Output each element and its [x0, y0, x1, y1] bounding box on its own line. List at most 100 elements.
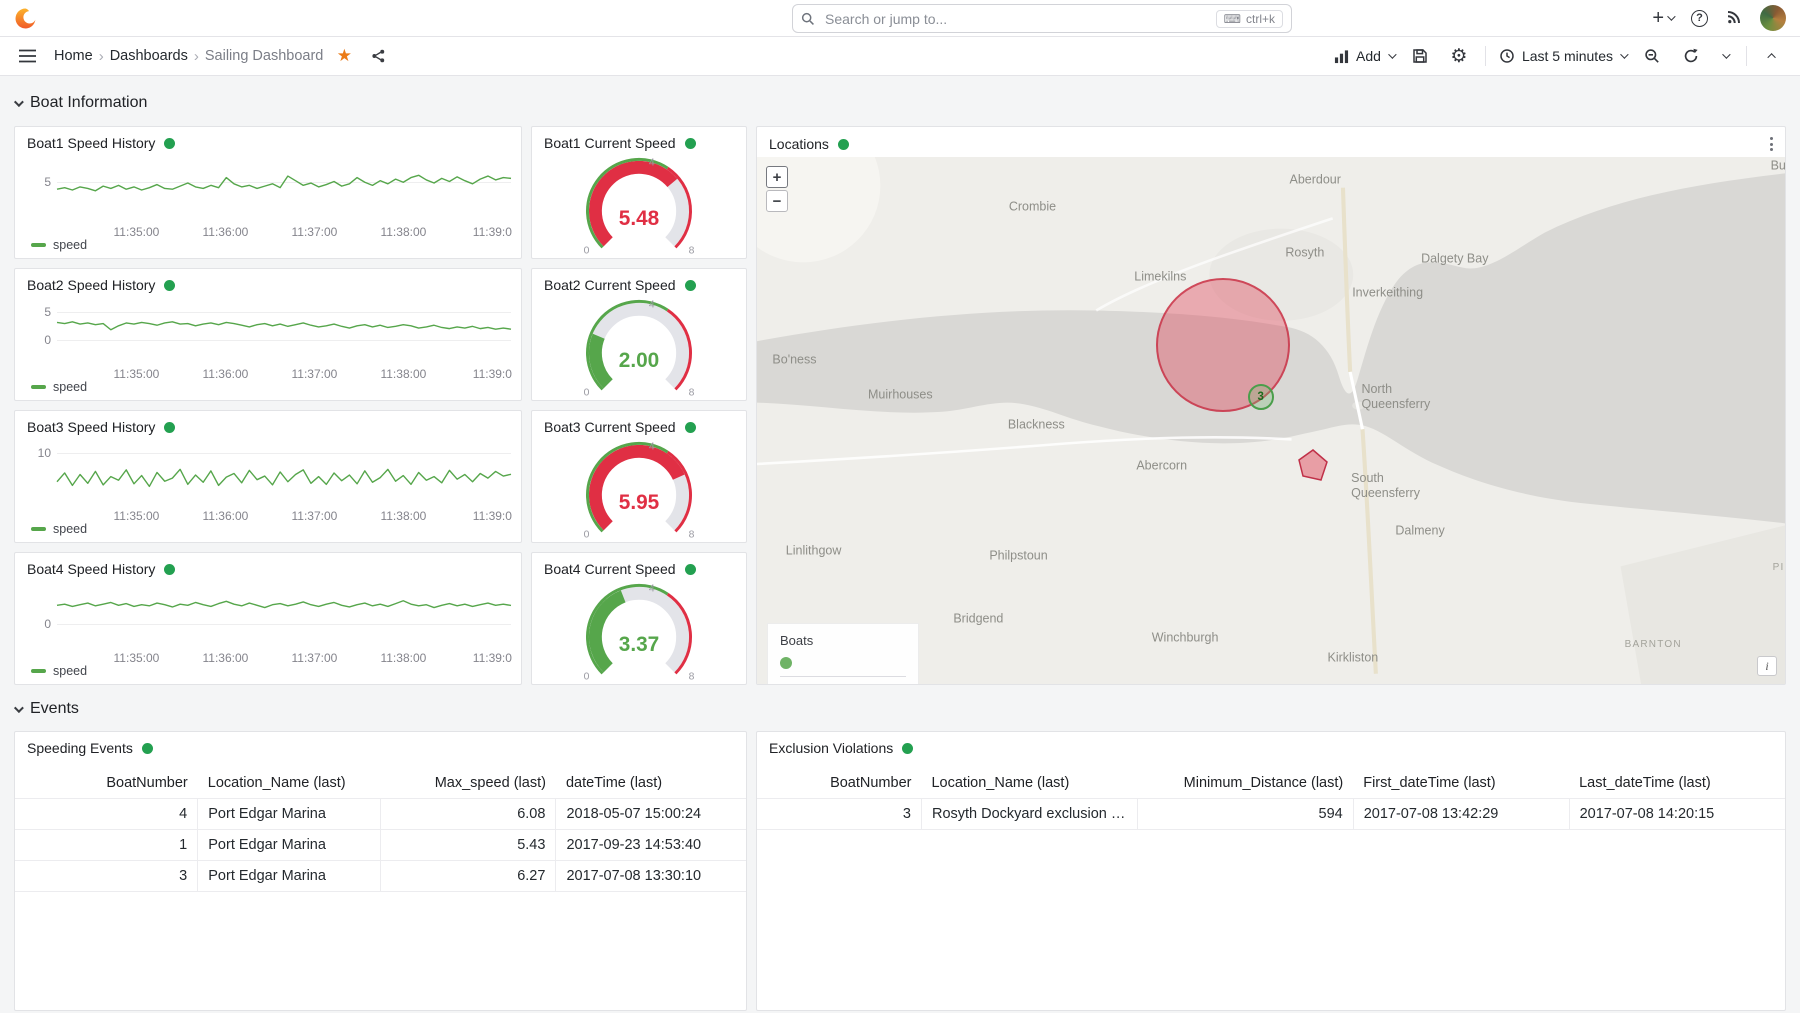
panel-boat3-current-speed: Boat3 Current Speed 0845.95 — [531, 410, 747, 543]
map-labels-layer: BurAberdourCrombieRosythDalgety BayLimek… — [757, 157, 1785, 684]
mega-menu-toggle-button[interactable] — [14, 42, 40, 70]
favorite-star-button[interactable]: ★ — [331, 42, 357, 70]
table-row: 3Rosyth Dockyard exclusion zo...5942017-… — [757, 799, 1785, 830]
gauge-chart: 0845.48 — [532, 155, 746, 255]
speed-history-chart[interactable]: 511:35:0011:36:0011:37:0011:38:0011:39:0 — [57, 159, 511, 221]
x-axis-label: 11:37:00 — [291, 225, 337, 239]
dashboard-canvas: Boat Information Boat1 Speed History 511… — [0, 76, 1800, 1013]
zoom-out-time-button[interactable] — [1639, 42, 1665, 70]
zoom-out-icon — [1644, 48, 1660, 64]
chevron-up-icon — [1767, 53, 1775, 61]
panel-title[interactable]: Boat3 Speed History — [27, 419, 155, 435]
map-place-label: Dalgety Bay — [1421, 252, 1488, 267]
panel-boat3-speed-history: Boat3 Speed History 1011:35:0011:36:0011… — [14, 410, 522, 543]
refresh-interval-dropdown[interactable] — [1717, 42, 1733, 70]
save-dashboard-button[interactable] — [1407, 42, 1433, 70]
add-new-button[interactable]: + — [1652, 8, 1673, 28]
panel-title[interactable]: Boat2 Current Speed — [544, 277, 676, 293]
table-cell: 2017-09-23 14:53:40 — [556, 830, 746, 861]
map-place-label: Dalmeny — [1395, 524, 1444, 539]
section-events[interactable]: Events — [14, 700, 79, 718]
chart-legend: speed — [31, 380, 87, 394]
x-axis-label: 11:35:00 — [114, 651, 160, 665]
panel-health-dot — [685, 564, 696, 575]
x-axis-label: 11:35:00 — [114, 225, 160, 239]
x-axis-label: 11:37:00 — [291, 509, 337, 523]
map-zoom-controls: + − — [766, 166, 788, 212]
section-title: Events — [30, 700, 79, 718]
y-axis-tick: 5 — [19, 175, 51, 189]
legend-label[interactable]: speed — [53, 522, 87, 536]
keyboard-icon: ⌨ — [1224, 12, 1241, 26]
share-dashboard-button[interactable] — [365, 42, 391, 70]
table-cell: Rosyth Dockyard exclusion zo... — [921, 799, 1137, 830]
panel-exclusion-violations: Exclusion Violations BoatNumberLocation_… — [756, 731, 1786, 1011]
legend-label[interactable]: speed — [53, 380, 87, 394]
y-axis-tick: 0 — [19, 617, 51, 631]
panel-title[interactable]: Boat2 Speed History — [27, 277, 155, 293]
column-header[interactable]: Location_Name (last) — [198, 768, 381, 799]
column-header[interactable]: BoatNumber — [757, 768, 921, 799]
speed-history-chart[interactable]: 011:35:0011:36:0011:37:0011:38:0011:39:0 — [57, 585, 511, 647]
panel-boat4-speed-history: Boat4 Speed History 011:35:0011:36:0011:… — [14, 552, 522, 685]
map-zoom-out-button[interactable]: − — [766, 190, 788, 212]
table-cell: 2017-07-08 13:30:10 — [556, 861, 746, 892]
map-place-label: Winchburgh — [1152, 631, 1219, 646]
add-panel-button[interactable]: Add — [1334, 48, 1394, 64]
search-icon — [801, 12, 815, 26]
dashboard-settings-button[interactable]: ⚙ — [1446, 42, 1472, 70]
section-boat-information[interactable]: Boat Information — [14, 94, 147, 112]
column-header[interactable]: Last_dateTime (last) — [1569, 768, 1785, 799]
map-viewport[interactable]: 3 BurAberdourCrombieRosythDalgety BayLim… — [757, 157, 1785, 684]
panel-title[interactable]: Speeding Events — [27, 740, 133, 756]
column-header[interactable]: Location_Name (last) — [921, 768, 1137, 799]
chart-legend: speed — [31, 664, 87, 678]
breadcrumb-home[interactable]: Home — [54, 48, 93, 64]
breadcrumb-dashboards[interactable]: Dashboards — [110, 48, 188, 64]
svg-text:5.48: 5.48 — [619, 207, 659, 230]
legend-label[interactable]: speed — [53, 238, 87, 252]
search-input[interactable] — [823, 10, 1208, 28]
user-avatar[interactable] — [1760, 5, 1786, 31]
column-header[interactable]: Max_speed (last) — [381, 768, 556, 799]
map-place-label: Crombie — [1009, 199, 1056, 214]
panel-title[interactable]: Locations — [769, 136, 829, 152]
column-header[interactable]: First_dateTime (last) — [1353, 768, 1569, 799]
panel-title[interactable]: Boat4 Speed History — [27, 561, 155, 577]
search-bar[interactable]: ⌨ ctrl+k — [792, 4, 1292, 33]
time-range-picker[interactable]: Last 5 minutes — [1499, 48, 1626, 64]
legend-divider — [780, 676, 906, 677]
panel-title[interactable]: Boat4 Current Speed — [544, 561, 676, 577]
x-axis-label: 11:38:00 — [380, 225, 426, 239]
grafana-logo-icon[interactable] — [14, 6, 38, 30]
map-zoom-in-button[interactable]: + — [766, 166, 788, 188]
table-cell: 594 — [1137, 799, 1353, 830]
legend-color-swatch — [31, 385, 46, 389]
map-attribution-button[interactable]: i — [1757, 656, 1777, 676]
panel-health-dot — [902, 743, 913, 754]
speed-history-chart[interactable]: 5011:35:0011:36:0011:37:0011:38:0011:39:… — [57, 301, 511, 363]
table-cell: 3 — [757, 799, 921, 830]
news-feed-button[interactable] — [1726, 9, 1742, 28]
column-header[interactable]: BoatNumber — [15, 768, 198, 799]
breadcrumb-separator: › — [194, 48, 199, 65]
panel-title[interactable]: Boat1 Current Speed — [544, 135, 676, 151]
column-header[interactable]: dateTime (last) — [556, 768, 746, 799]
collapse-toolbar-button[interactable] — [1760, 42, 1786, 70]
svg-text:0: 0 — [584, 672, 590, 681]
refresh-button[interactable] — [1678, 42, 1704, 70]
top-nav-bar: ⌨ ctrl+k + ? — [0, 0, 1800, 37]
help-button[interactable]: ? — [1691, 10, 1708, 27]
map-place-label: Philpstoun — [989, 549, 1047, 564]
panel-health-dot — [142, 743, 153, 754]
table-cell: 1 — [15, 830, 198, 861]
exclusion-violations-table: BoatNumberLocation_Name (last)Minimum_Di… — [757, 768, 1785, 830]
panel-title[interactable]: Boat1 Speed History — [27, 135, 155, 151]
column-header[interactable]: Minimum_Distance (last) — [1137, 768, 1353, 799]
panel-title[interactable]: Boat3 Current Speed — [544, 419, 676, 435]
panel-title[interactable]: Exclusion Violations — [769, 740, 893, 756]
speed-history-chart[interactable]: 1011:35:0011:36:0011:37:0011:38:0011:39:… — [57, 443, 511, 505]
panel-menu-button[interactable] — [1766, 135, 1777, 153]
legend-label[interactable]: speed — [53, 664, 87, 678]
map-place-label: Limekilns — [1134, 269, 1186, 284]
